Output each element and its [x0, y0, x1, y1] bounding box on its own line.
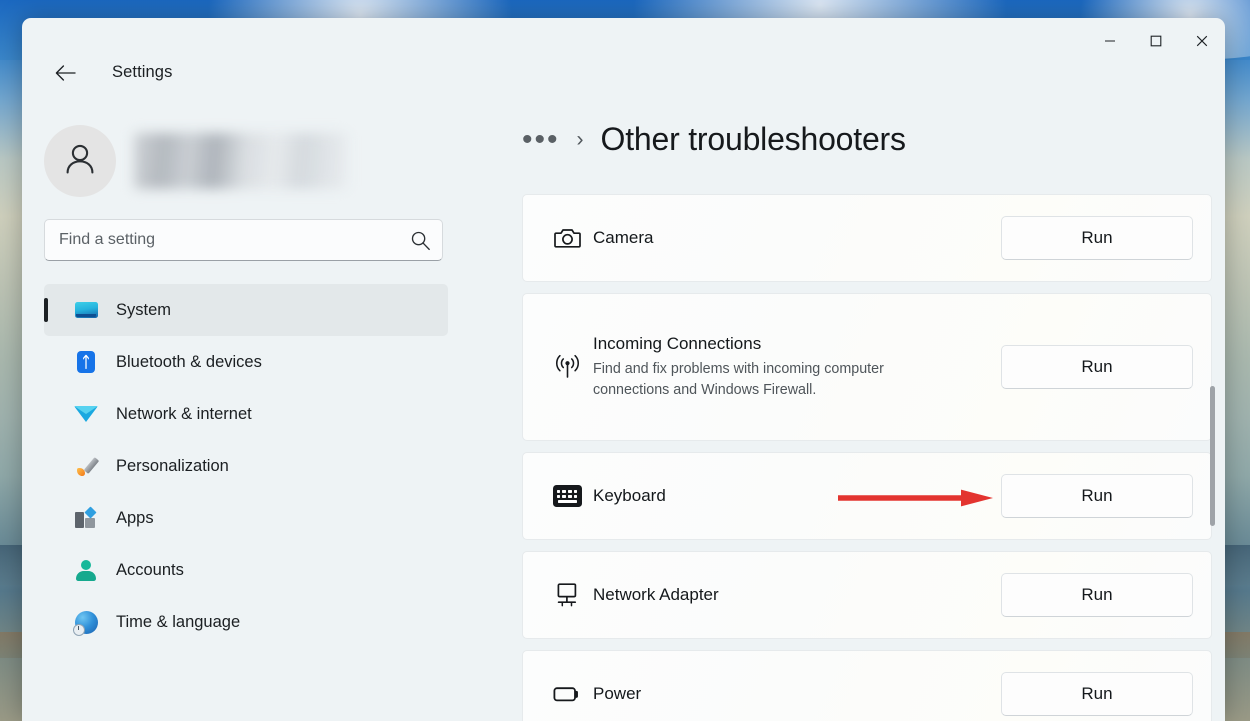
back-button[interactable]: [46, 56, 84, 94]
sidebar-item-bluetooth-devices[interactable]: ᛏ Bluetooth & devices: [44, 336, 448, 388]
sidebar-item-time-language[interactable]: Time & language: [44, 596, 448, 648]
troubleshooter-row-keyboard: Keyboard Run: [522, 452, 1212, 540]
user-profile[interactable]: [44, 125, 347, 197]
user-name-redacted: [134, 133, 347, 189]
sidebar-item-label: Time & language: [116, 612, 241, 631]
troubleshooter-info: Incoming Connections Find and fix proble…: [589, 334, 1001, 401]
page-title: Other troubleshooters: [600, 121, 907, 157]
app-title: Settings: [112, 63, 173, 81]
run-button-camera[interactable]: Run: [1001, 216, 1193, 260]
breadcrumb-overflow-button[interactable]: •••: [522, 124, 560, 154]
troubleshooter-info: Network Adapter: [589, 585, 1001, 605]
sidebar-item-label: Apps: [116, 508, 154, 527]
person-icon: [74, 559, 98, 581]
sidebar: System ᛏ Bluetooth & devices Network & i…: [22, 98, 482, 721]
keyboard-icon: [545, 485, 589, 507]
globe-clock-icon: [72, 610, 98, 636]
troubleshooter-name: Camera: [593, 228, 654, 247]
run-button-network-adapter[interactable]: Run: [1001, 573, 1193, 617]
sidebar-item-apps[interactable]: Apps: [44, 492, 448, 544]
maximize-button[interactable]: [1133, 18, 1179, 64]
title-bar: [22, 18, 1225, 64]
signal-broadcast-icon: [545, 354, 589, 380]
sidebar-item-label: Network & internet: [116, 404, 252, 423]
sidebar-item-label: Personalization: [116, 456, 229, 475]
sidebar-item-label: System: [116, 300, 172, 319]
troubleshooter-row-power: Power Run: [522, 650, 1212, 721]
run-button-incoming-connections[interactable]: Run: [1001, 345, 1193, 389]
wifi-icon: [74, 406, 98, 422]
search-input[interactable]: [45, 231, 398, 249]
monitor-icon: [74, 302, 98, 318]
sidebar-item-network-internet[interactable]: Network & internet: [44, 388, 448, 440]
window-controls: [1087, 18, 1225, 64]
search-icon[interactable]: [398, 230, 442, 251]
troubleshooter-row-camera: Camera Run: [522, 194, 1212, 282]
network-adapter-icon: [545, 582, 589, 608]
person-avatar-icon: [60, 139, 100, 184]
troubleshooter-row-incoming-connections: Incoming Connections Find and fix proble…: [522, 293, 1212, 441]
paintbrush-icon: [74, 454, 100, 478]
troubleshooter-name: Keyboard: [593, 486, 666, 505]
sidebar-item-label: Accounts: [116, 560, 184, 579]
content-scrollbar[interactable]: [1206, 98, 1218, 721]
run-button-power[interactable]: Run: [1001, 672, 1193, 716]
troubleshooter-info: Power: [589, 684, 1001, 704]
bluetooth-icon: ᛏ: [74, 351, 98, 373]
close-button[interactable]: [1179, 18, 1225, 64]
sidebar-item-accounts[interactable]: Accounts: [44, 544, 448, 596]
settings-window: Settings Find a setting System ᛏ Bluetoo…: [22, 18, 1225, 721]
troubleshooter-name: Power: [593, 684, 642, 703]
troubleshooter-info: Camera: [589, 228, 1001, 248]
chevron-right-icon: ›: [576, 127, 584, 151]
back-arrow-icon: [55, 64, 76, 86]
main-content: ••• › Other troubleshooters Camera Run I…: [482, 98, 1225, 721]
search-box[interactable]: [44, 219, 443, 261]
avatar: [44, 125, 116, 197]
troubleshooter-description: Find and fix problems with incoming comp…: [593, 360, 884, 398]
apps-blocks-icon: [74, 506, 98, 529]
sidebar-nav: System ᛏ Bluetooth & devices Network & i…: [44, 284, 448, 648]
sidebar-item-personalization[interactable]: Personalization: [44, 440, 448, 492]
sidebar-item-label: Bluetooth & devices: [116, 352, 262, 371]
breadcrumb: ••• › Other troubleshooters: [522, 121, 906, 158]
camera-icon: [545, 226, 589, 250]
troubleshooter-row-network-adapter: Network Adapter Run: [522, 551, 1212, 639]
run-button-keyboard[interactable]: Run: [1001, 474, 1193, 518]
troubleshooter-name: Network Adapter: [593, 585, 719, 604]
battery-icon: [545, 684, 589, 704]
sidebar-item-system[interactable]: System: [44, 284, 448, 336]
troubleshooter-info: Keyboard: [589, 486, 1001, 506]
troubleshooter-name: Incoming Connections: [593, 333, 762, 353]
scrollbar-thumb[interactable]: [1209, 386, 1215, 526]
troubleshooter-list: Camera Run Incoming Connections Find and: [522, 194, 1212, 721]
minimize-button[interactable]: [1087, 18, 1133, 64]
